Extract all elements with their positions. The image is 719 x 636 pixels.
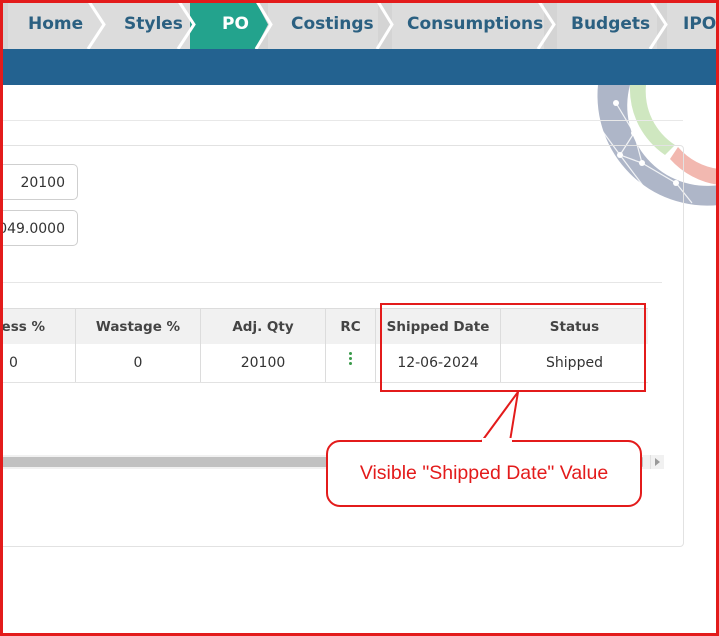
shipped-date-highlight-box	[380, 303, 646, 392]
form-divider	[0, 282, 662, 283]
cell-rc	[326, 344, 376, 382]
quantity-value: 20100	[20, 175, 65, 191]
cell-wastage: 0	[76, 344, 201, 382]
annotation-callout: Visible "Shipped Date" Value	[326, 440, 642, 507]
header-wastage[interactable]: Wastage %	[76, 309, 201, 344]
quantity-field[interactable]: 20100	[0, 164, 78, 200]
top-nav-tabs: Home Styles PO Costings Consumptions Bud…	[0, 0, 719, 49]
kebab-menu-icon[interactable]	[349, 352, 352, 365]
cell-excess: 0	[0, 344, 76, 382]
callout-pointer-cover	[482, 438, 512, 444]
section-divider	[0, 120, 683, 121]
scroll-right-arrow-icon[interactable]	[650, 455, 664, 469]
callout-pointer	[481, 391, 519, 442]
tab-separators	[86, 0, 668, 49]
header-excess[interactable]: ess %	[0, 309, 76, 344]
amount-field[interactable]: 049.0000	[0, 210, 78, 246]
amount-value: 049.0000	[0, 221, 65, 237]
header-adj-qty[interactable]: Adj. Qty	[201, 309, 326, 344]
cell-adj-qty: 20100	[201, 344, 326, 382]
page-header-bar	[0, 49, 719, 85]
header-rc[interactable]: RC	[326, 309, 376, 344]
